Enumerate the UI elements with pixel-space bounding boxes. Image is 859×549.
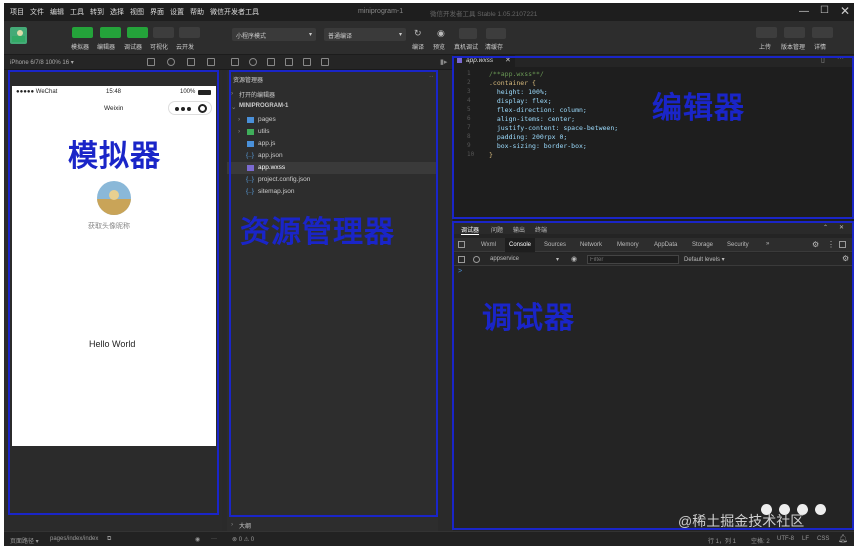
editor-toggle-button[interactable] — [100, 27, 121, 38]
menu-item-wechat-devtools[interactable]: 微信开发者工具 — [210, 7, 259, 17]
menu-item-file[interactable]: 文件 — [30, 7, 44, 17]
debug-icon[interactable] — [285, 58, 293, 66]
device-select[interactable]: iPhone 6/7/8 100% 16 ▾ — [10, 59, 74, 66]
window-title: miniprogram-1 — [358, 8, 404, 15]
maximize-icon[interactable]: ☐ — [820, 5, 829, 16]
menu-item-view[interactable]: 视图 — [130, 7, 144, 17]
menu-item-help[interactable]: 帮助 — [190, 7, 204, 17]
minimize-icon[interactable]: — — [799, 6, 809, 17]
language-mode[interactable]: CSS — [817, 536, 829, 542]
debugger-annotation: 调试器 — [482, 301, 575, 336]
upload-button[interactable] — [756, 27, 777, 38]
menu-item-interface[interactable]: 界面 — [150, 7, 164, 17]
preview-label: 预览 — [433, 45, 446, 51]
menu-item-tools[interactable]: 工具 — [70, 7, 84, 17]
editor-annotation-box — [452, 56, 854, 219]
simulator-label: 模拟器 — [71, 45, 90, 51]
simulator-annotation: 模拟器 — [68, 139, 161, 174]
copy-icon[interactable] — [231, 58, 239, 66]
debugger-toggle-button[interactable] — [127, 27, 148, 38]
status-bar: 页面路径 ▾ pages/index/index ⧉ ◉ ··· ⊗ 0 ⚠ 0… — [4, 531, 854, 546]
compile-label: 编译 — [412, 45, 425, 51]
page-path-label[interactable]: 页面路径 ▾ — [10, 536, 39, 545]
split-toggle-icon[interactable]: ▮▸ — [440, 58, 447, 66]
cloud-dev-label: 云开发 — [176, 45, 195, 51]
copy-icon[interactable]: ⧉ — [107, 536, 111, 543]
editor-annotation: 编辑器 — [652, 91, 745, 126]
extensions-icon[interactable] — [303, 58, 311, 66]
watermark: @稀土掘金技术社区 — [678, 513, 805, 529]
encoding[interactable]: UTF-8 — [777, 536, 794, 542]
simulator-toggle-button[interactable] — [72, 27, 93, 38]
more-icon[interactable]: ··· — [211, 536, 217, 542]
window-subtitle: 微信开发者工具 Stable 1.05.2107221 — [430, 11, 538, 18]
avatar[interactable] — [10, 27, 27, 44]
phone-icon[interactable] — [147, 58, 155, 66]
menu-item-project[interactable]: 项目 — [10, 7, 24, 17]
remote-debug-button[interactable] — [459, 28, 477, 39]
chevron-down-icon: ▾ — [308, 32, 312, 38]
cursor-position[interactable]: 行 1，列 1 — [708, 536, 736, 545]
cloud-dev-button[interactable] — [179, 27, 200, 38]
explorer-annotation-box — [229, 70, 438, 517]
close-icon[interactable]: ✕ — [840, 4, 850, 18]
clear-cache-label: 清缓存 — [485, 45, 504, 51]
menu-item-settings[interactable]: 设置 — [170, 7, 184, 17]
outline-section[interactable]: 大纲 — [239, 521, 251, 530]
menu-bar: 项目 文件 编辑 工具 转到 选择 视图 界面 设置 帮助 微信开发者工具 — [4, 3, 854, 21]
clear-cache-button[interactable] — [486, 28, 506, 39]
editor-label: 编辑器 — [97, 45, 116, 51]
visual-button[interactable] — [153, 27, 174, 38]
explorer-annotation: 资源管理器 — [240, 215, 395, 250]
upload-label: 上传 — [759, 45, 772, 51]
indent-spaces[interactable]: 空格: 2 — [751, 536, 770, 545]
mode-select-value: 小程序模式 — [236, 34, 267, 40]
visual-label: 可视化 — [150, 45, 169, 51]
refresh-icon[interactable]: ↻ — [414, 28, 422, 39]
cloud-icon[interactable] — [321, 58, 329, 66]
menu-item-select[interactable]: 选择 — [110, 7, 124, 17]
compile-select-value: 普通编译 — [328, 34, 353, 40]
details-label: 详情 — [814, 45, 827, 51]
debugger-label: 调试器 — [124, 45, 143, 51]
devtools-window: 项目 文件 编辑 工具 转到 选择 视图 界面 设置 帮助 微信开发者工具 mi… — [4, 3, 854, 546]
search-icon[interactable] — [249, 58, 257, 66]
toolbar: 模拟器 编辑器 调试器 可视化 云开发 小程序模式 ▾ 普通编译 ▾ ↻ ◉ 编译 … — [4, 21, 854, 55]
chevron-down-icon: ▾ — [398, 32, 402, 38]
version-button[interactable] — [784, 27, 805, 38]
record-icon[interactable] — [167, 58, 175, 66]
debugger-annotation-box — [452, 221, 854, 530]
branch-icon[interactable] — [267, 58, 275, 66]
remote-debug-label: 真机调试 — [454, 45, 479, 51]
page-path: pages/index/index — [50, 536, 99, 542]
eye-icon[interactable]: ◉ — [437, 28, 445, 39]
eol[interactable]: LF — [802, 536, 809, 542]
compile-select[interactable]: 普通编译 ▾ — [324, 28, 406, 41]
menu-item-edit[interactable]: 编辑 — [50, 7, 64, 17]
volume-icon[interactable] — [187, 58, 195, 66]
version-label: 版本管理 — [781, 45, 806, 51]
chevron-down-icon: › — [231, 521, 234, 528]
eye-icon[interactable]: ◉ — [195, 536, 200, 543]
menu-item-goto[interactable]: 转到 — [90, 7, 104, 17]
mode-select[interactable]: 小程序模式 ▾ — [232, 28, 316, 41]
details-button[interactable] — [812, 27, 833, 38]
problems-count[interactable]: ⊗ 0 ⚠ 0 — [232, 536, 254, 543]
bell-icon[interactable]: 🔔︎ — [838, 534, 848, 543]
rotate-icon[interactable] — [207, 58, 215, 66]
